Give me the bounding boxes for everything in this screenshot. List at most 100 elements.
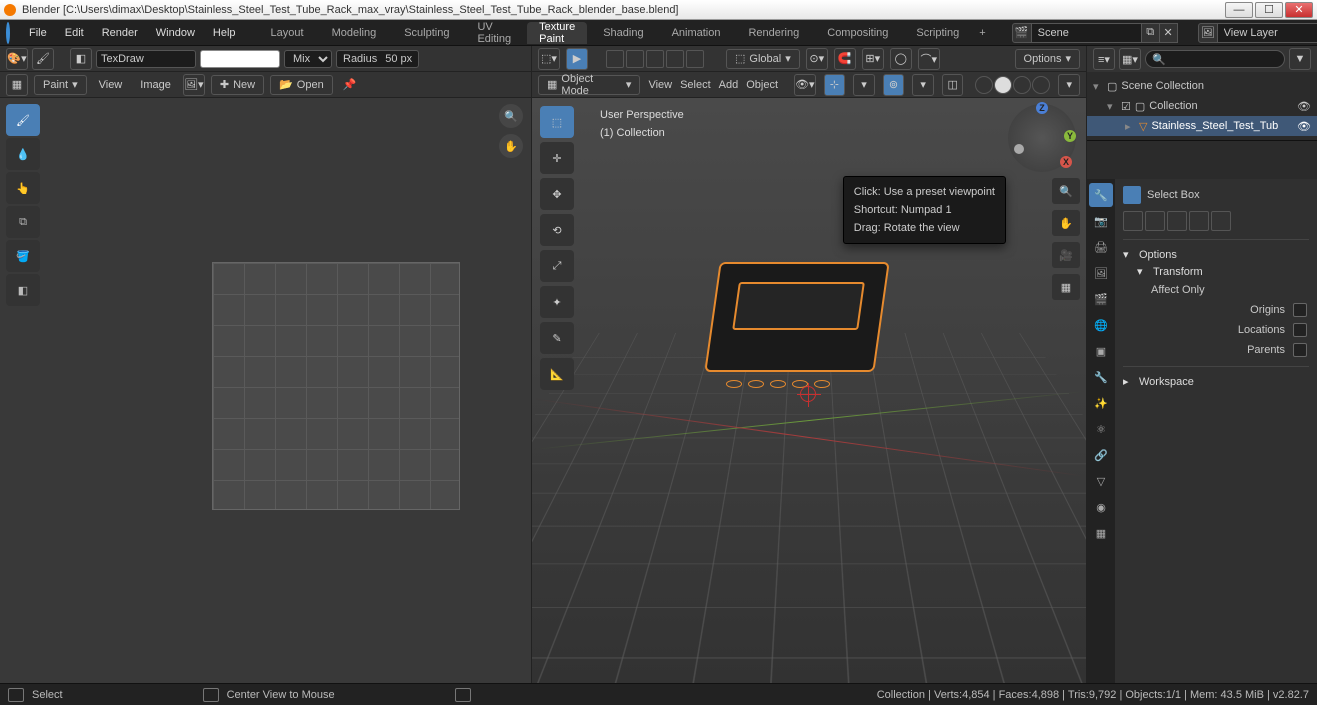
ptab-particles[interactable]: ✨ xyxy=(1089,391,1113,415)
tool-draw[interactable]: 🖌 xyxy=(6,104,40,136)
menu-window[interactable]: Window xyxy=(147,27,204,39)
outliner-display-button[interactable]: ▦▾ xyxy=(1119,48,1141,70)
tab-scripting[interactable]: Scripting xyxy=(904,22,971,44)
proportional-icon[interactable]: ◯ xyxy=(890,48,912,70)
tool-move[interactable]: ✥ xyxy=(540,178,574,210)
zoom-icon[interactable]: 🔍 xyxy=(499,104,523,128)
image-browse-icon[interactable]: 🖼▾ xyxy=(183,74,205,96)
scene-name-input[interactable] xyxy=(1032,23,1142,43)
brush-name-input[interactable] xyxy=(96,50,196,68)
snap-type-icon[interactable]: ⊞▾ xyxy=(862,48,884,70)
overlay-toggle-icon[interactable]: ⊚ xyxy=(883,74,905,96)
outliner-type-button[interactable]: ≡▾ xyxy=(1093,48,1115,70)
scene-delete-button[interactable]: ✕ xyxy=(1160,23,1178,43)
tab-shading[interactable]: Shading xyxy=(591,22,655,44)
tab-sculpting[interactable]: Sculpting xyxy=(392,22,461,44)
ptab-physics[interactable]: ⚛ xyxy=(1089,417,1113,441)
menu-render[interactable]: Render xyxy=(93,27,147,39)
eye-icon[interactable]: 👁 xyxy=(1297,120,1311,133)
maximize-button[interactable]: ☐ xyxy=(1255,2,1283,18)
origins-checkbox-row[interactable]: Origins xyxy=(1151,300,1309,320)
workspace-section-header[interactable]: ▸Workspace xyxy=(1123,373,1309,390)
tab-uv-editing[interactable]: UV Editing xyxy=(465,22,523,44)
tool-measure[interactable]: 📐 xyxy=(540,358,574,390)
outliner-row-object[interactable]: ▸▽ Stainless_Steel_Test_Tub 👁 xyxy=(1087,116,1317,136)
tool-mask[interactable]: ◧ xyxy=(6,274,40,306)
orientation-select[interactable]: ⬚ Global ▾ xyxy=(726,49,800,69)
model-object[interactable] xyxy=(692,248,902,408)
visibility-icon[interactable]: 👁▾ xyxy=(794,74,816,96)
tab-rendering[interactable]: Rendering xyxy=(736,22,811,44)
object-menu-3d[interactable]: Object xyxy=(746,79,778,91)
pin-icon[interactable]: 📌 xyxy=(339,74,361,96)
proportional-type-icon[interactable]: ⌒▾ xyxy=(918,48,940,70)
mode-select[interactable]: ▦ Object Mode ▾ xyxy=(538,75,640,95)
gizmo-z-axis[interactable]: Z xyxy=(1036,102,1048,114)
outliner-search-input[interactable]: 🔍 xyxy=(1145,50,1285,68)
cursor-tool-icon[interactable]: ▶ xyxy=(566,48,588,70)
parents-checkbox-row[interactable]: Parents xyxy=(1151,340,1309,360)
menu-edit[interactable]: Edit xyxy=(56,27,93,39)
tool-transform[interactable]: ✦ xyxy=(540,286,574,318)
outliner-filter-button[interactable]: ▼ xyxy=(1289,48,1311,70)
open-image-button[interactable]: 📂 Open xyxy=(270,75,333,95)
tool-annotate[interactable]: ✎ xyxy=(540,322,574,354)
minimize-button[interactable]: — xyxy=(1225,2,1253,18)
paint-mode-brush-icon[interactable]: 🖌 xyxy=(32,48,54,70)
tool-soften[interactable]: 💧 xyxy=(6,138,40,170)
paint-menu[interactable]: Paint▾ xyxy=(34,75,87,95)
tab-animation[interactable]: Animation xyxy=(660,22,733,44)
tab-modeling[interactable]: Modeling xyxy=(320,22,389,44)
ptab-object[interactable]: ▣ xyxy=(1089,339,1113,363)
blend-mode-select[interactable]: Mix xyxy=(284,50,332,68)
gizmo-x-axis[interactable]: X xyxy=(1060,156,1072,168)
view-menu-3d[interactable]: View xyxy=(648,79,672,91)
tool-cursor[interactable]: ✛ xyxy=(540,142,574,174)
viewport-canvas[interactable]: User Perspective (1) Collection ⬚ ✛ ✥ ⟲ … xyxy=(532,98,1086,683)
eye-icon[interactable]: 👁 xyxy=(1297,100,1311,113)
pan-icon[interactable]: ✋ xyxy=(499,134,523,158)
brush-browse-icon[interactable]: ◧ xyxy=(70,48,92,70)
outliner-row-collection[interactable]: ▾☑▢ Collection 👁 xyxy=(1087,96,1317,116)
gizmo-y-axis[interactable]: Y xyxy=(1064,130,1076,142)
snap-icon[interactable]: 🧲 xyxy=(834,48,856,70)
ptab-viewlayer[interactable]: 🖼 xyxy=(1089,261,1113,285)
mode-icon[interactable]: ▦ xyxy=(6,74,28,96)
select-mode-icons[interactable] xyxy=(606,50,704,68)
ptab-texture[interactable]: ▦ xyxy=(1089,521,1113,545)
tool-clone[interactable]: ⧉ xyxy=(6,206,40,238)
tool-rotate[interactable]: ⟲ xyxy=(540,214,574,246)
tab-compositing[interactable]: Compositing xyxy=(815,22,900,44)
editor-type-button[interactable]: 🎨▾ xyxy=(6,48,28,70)
ptab-output[interactable]: 🖨 xyxy=(1089,235,1113,259)
select-menu-3d[interactable]: Select xyxy=(680,79,711,91)
tab-layout[interactable]: Layout xyxy=(259,22,316,44)
add-menu-3d[interactable]: Add xyxy=(719,79,739,91)
scene-new-button[interactable]: ⧉ xyxy=(1142,23,1160,43)
add-workspace-button[interactable]: + xyxy=(973,27,991,39)
pivot-icon[interactable]: ⊙▾ xyxy=(806,48,828,70)
shading-mode-icons[interactable] xyxy=(975,76,1050,94)
perspective-nav-icon[interactable]: ▦ xyxy=(1052,274,1080,300)
ptab-scene[interactable]: 🎬 xyxy=(1089,287,1113,311)
viewlayer-browse-icon[interactable]: 🖼 xyxy=(1198,23,1218,43)
shading-options-icon[interactable]: ▾ xyxy=(1058,74,1080,96)
pan-nav-icon[interactable]: ✋ xyxy=(1052,210,1080,236)
blender-icon[interactable] xyxy=(6,22,10,44)
tool-fill[interactable]: 🪣 xyxy=(6,240,40,272)
overlay-options-icon[interactable]: ▾ xyxy=(912,74,934,96)
image-menu[interactable]: Image xyxy=(134,77,177,93)
menu-file[interactable]: File xyxy=(20,27,56,39)
editor-type-3d-button[interactable]: ⬚▾ xyxy=(538,48,560,70)
zoom-nav-icon[interactable]: 🔍 xyxy=(1052,178,1080,204)
camera-nav-icon[interactable]: 🎥 xyxy=(1052,242,1080,268)
viewlayer-name-input[interactable] xyxy=(1218,23,1317,43)
ptab-modifier[interactable]: 🔧 xyxy=(1089,365,1113,389)
xray-icon[interactable]: ◫ xyxy=(942,74,964,96)
ptab-data[interactable]: ▽ xyxy=(1089,469,1113,493)
select-mode-row[interactable] xyxy=(1123,211,1309,231)
close-button[interactable]: ✕ xyxy=(1285,2,1313,18)
tool-smear[interactable]: 👆 xyxy=(6,172,40,204)
tool-scale[interactable]: ⤢ xyxy=(540,250,574,282)
ptab-render[interactable]: 📷 xyxy=(1089,209,1113,233)
